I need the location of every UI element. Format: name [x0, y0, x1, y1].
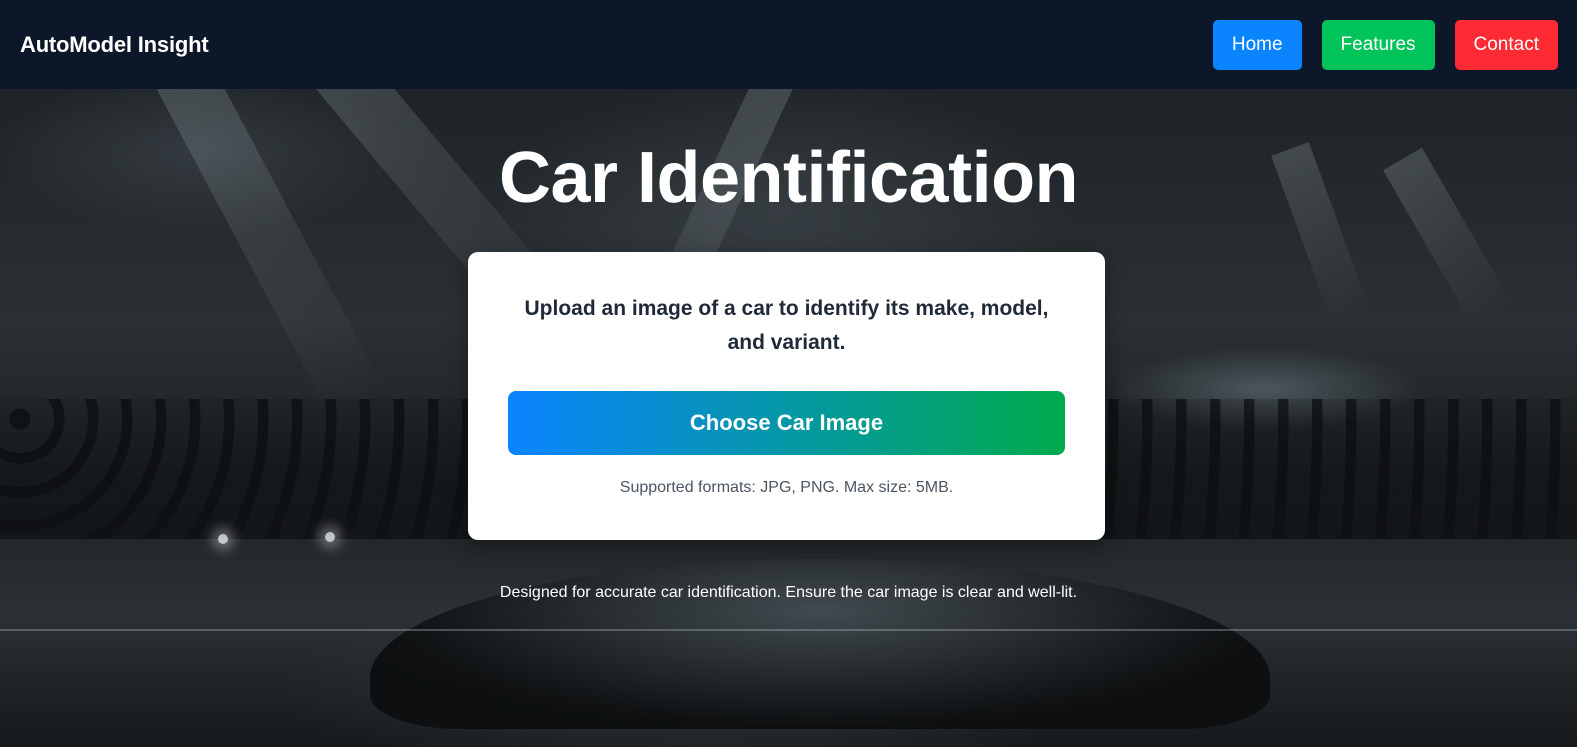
hero-section: Car Identification Upload an image of a …: [0, 89, 1577, 747]
supported-formats-note: Supported formats: JPG, PNG. Max size: 5…: [619, 479, 954, 496]
nav-home-button[interactable]: Home: [1212, 19, 1302, 70]
stage-light: [218, 534, 228, 544]
upload-description: Upload an image of a car to identify its…: [524, 297, 1049, 354]
nav-buttons: Home Features Contact: [1212, 19, 1558, 70]
page-title: Car Identification: [498, 138, 1079, 218]
upload-card: Upload an image of a car to identify its…: [468, 252, 1105, 540]
accuracy-note: Designed for accurate car identification…: [499, 584, 1078, 601]
brand-logo-text[interactable]: AutoModel Insight: [20, 32, 209, 58]
choose-car-image-button[interactable]: Choose Car Image: [508, 391, 1065, 455]
stage-light: [325, 532, 335, 542]
stage-edge: [0, 629, 1577, 631]
top-navbar: AutoModel Insight Home Features Contact: [0, 0, 1577, 89]
nav-features-button[interactable]: Features: [1321, 19, 1435, 70]
nav-contact-button[interactable]: Contact: [1454, 19, 1558, 70]
